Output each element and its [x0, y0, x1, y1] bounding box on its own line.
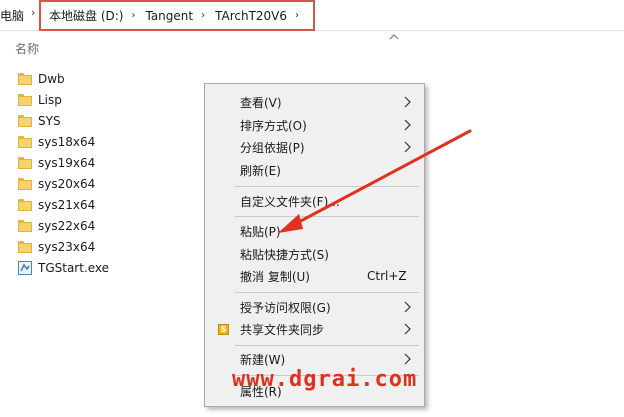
file-name: sys20x64 [38, 177, 96, 191]
menu-item-label: 刷新(E) [240, 163, 281, 178]
menu-item-label: 新建(W) [240, 352, 286, 367]
list-item[interactable]: TGStart.exe [18, 258, 178, 278]
list-item[interactable]: sys18x64 [18, 132, 178, 152]
menu-separator [235, 186, 419, 187]
folder-icon [18, 73, 32, 85]
file-name: TGStart.exe [38, 261, 110, 275]
menu-item-label: 授予访问权限(G) [240, 300, 331, 315]
menu-item-label: 粘贴(P) [240, 224, 281, 239]
file-name: sys22x64 [38, 219, 96, 233]
breadcrumb-tarch[interactable]: TArchT20V6 [215, 9, 287, 23]
address-bar[interactable]: 电脑 › 本地磁盘 (D:) › Tangent › TArchT20V6 › [0, 0, 624, 31]
file-name: sys19x64 [38, 156, 96, 170]
list-item[interactable]: sys21x64 [18, 195, 178, 215]
menu-item-view[interactable]: 查看(V) [205, 91, 424, 113]
folder-icon [18, 115, 32, 127]
menu-item-shortcut: Ctrl+Z [367, 269, 407, 283]
file-name: Dwb [38, 72, 65, 86]
chevron-right-icon[interactable]: › [295, 10, 299, 21]
menu-separator [235, 216, 419, 217]
list-item[interactable]: sys23x64 [18, 237, 178, 257]
breadcrumb-tangent[interactable]: Tangent [145, 9, 193, 23]
chevron-right-icon [404, 301, 411, 313]
chevron-right-icon [404, 96, 411, 108]
folder-icon [18, 136, 32, 148]
chevron-right-icon[interactable]: › [131, 10, 135, 21]
watermark: www.dgrai.com [232, 367, 418, 392]
chevron-right-icon [404, 353, 411, 365]
folder-icon [18, 157, 32, 169]
chevron-right-icon[interactable]: › [31, 6, 39, 20]
menu-item-customize-folder[interactable]: 自定义文件夹(F)... [205, 190, 424, 212]
menu-item-group-by[interactable]: 分组依据(P) [205, 136, 424, 158]
context-menu: 查看(V) 排序方式(O) 分组依据(P) 刷新(E) 自定义文件夹(F)...… [204, 83, 425, 407]
list-item[interactable]: Dwb [18, 69, 178, 89]
column-header-name[interactable]: 名称 [15, 40, 39, 57]
menu-item-label: 共享文件夹同步 [240, 322, 325, 337]
file-name: sys18x64 [38, 135, 96, 149]
chevron-right-icon [404, 141, 411, 153]
file-name: sys23x64 [38, 240, 96, 254]
menu-item-label: 自定义文件夹(F)... [240, 194, 340, 209]
breadcrumb-drive[interactable]: 本地磁盘 (D:) [49, 7, 123, 24]
exe-icon [18, 261, 32, 275]
chevron-right-icon [404, 323, 411, 335]
list-item[interactable]: sys19x64 [18, 153, 178, 173]
menu-item-label: 撤消 复制(U) [240, 269, 310, 284]
breadcrumb-root[interactable]: 电脑 [0, 7, 24, 24]
folder-icon [18, 241, 32, 253]
menu-separator [235, 345, 419, 346]
menu-item-give-access[interactable]: 授予访问权限(G) [205, 296, 424, 318]
menu-item-sort-by[interactable]: 排序方式(O) [205, 114, 424, 136]
menu-item-label: 粘贴快捷方式(S) [240, 247, 329, 262]
folder-icon [18, 178, 32, 190]
menu-item-paste[interactable]: 粘贴(P) [205, 220, 424, 242]
list-item[interactable]: Lisp [18, 90, 178, 110]
menu-item-label: 分组依据(P) [240, 140, 305, 155]
folder-icon [18, 199, 32, 211]
list-item[interactable]: SYS [18, 111, 178, 131]
sync-share-icon: S [218, 323, 229, 335]
menu-item-paste-shortcut[interactable]: 粘贴快捷方式(S) [205, 243, 424, 265]
sort-ascending-icon [389, 34, 399, 40]
folder-icon [18, 94, 32, 106]
chevron-right-icon[interactable]: › [201, 10, 205, 21]
file-name: sys21x64 [38, 198, 96, 212]
list-item[interactable]: sys20x64 [18, 174, 178, 194]
menu-item-share-sync[interactable]: S 共享文件夹同步 [205, 318, 424, 340]
list-item[interactable]: sys22x64 [18, 216, 178, 236]
menu-item-undo-copy[interactable]: 撤消 复制(U) Ctrl+Z [205, 265, 424, 287]
file-name: Lisp [38, 93, 62, 107]
chevron-right-icon [404, 119, 411, 131]
file-name: SYS [38, 114, 61, 128]
menu-separator [235, 292, 419, 293]
menu-item-refresh[interactable]: 刷新(E) [205, 159, 424, 181]
menu-item-label: 排序方式(O) [240, 118, 307, 133]
breadcrumb: 本地磁盘 (D:) › Tangent › TArchT20V6 › [39, 0, 315, 31]
menu-item-label: 查看(V) [240, 95, 282, 110]
folder-icon [18, 220, 32, 232]
